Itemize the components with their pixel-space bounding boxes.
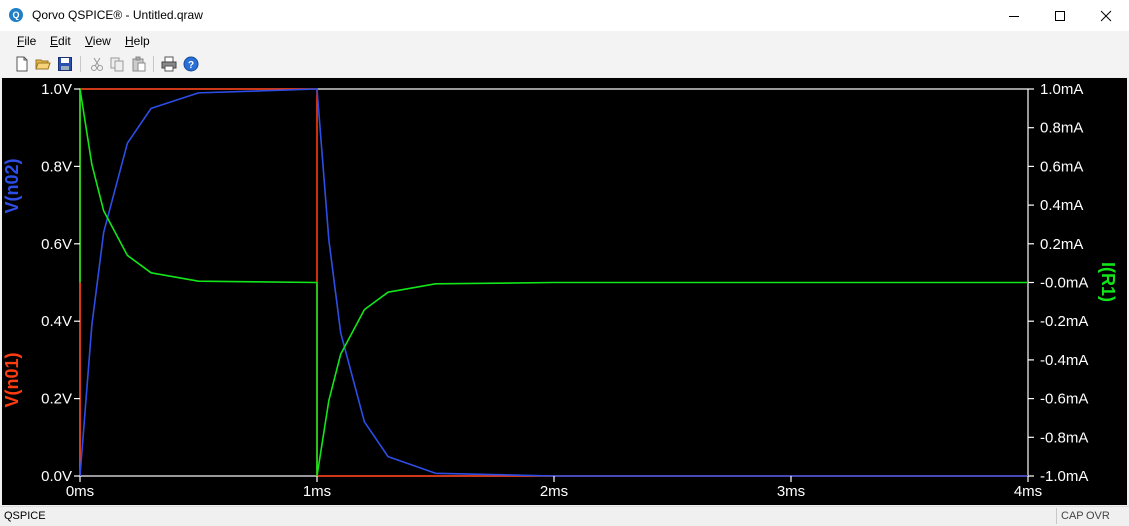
menu-edit[interactable]: Edit [50, 34, 71, 48]
x-axis-tick-label: 3ms [777, 483, 805, 500]
x-axis-tick-label: 2ms [540, 483, 568, 500]
close-icon [1100, 10, 1112, 22]
x-axis-tick-label: 4ms [1014, 483, 1042, 500]
right-axis-tick-label: -0.0mA [1040, 275, 1088, 292]
left-axis-tick-label: 0.2V [41, 391, 72, 408]
open-folder-icon[interactable] [35, 56, 51, 72]
right-axis-tick-label: 0.6mA [1040, 158, 1083, 175]
trace-label-ir1[interactable]: I(R1) [1098, 262, 1118, 302]
minimize-button[interactable] [991, 0, 1037, 31]
right-axis-tick-label: 0.8mA [1040, 120, 1083, 137]
trace-label-vn01[interactable]: V(n01) [3, 352, 22, 407]
print-icon[interactable] [161, 56, 177, 72]
right-axis-tick-label: -0.2mA [1040, 313, 1088, 330]
right-axis-tick-label: 0.2mA [1040, 236, 1083, 253]
toolbar-separator [153, 56, 154, 72]
toolbar: ? [0, 52, 1129, 77]
waveform-plot[interactable]: 1.0V0.8V0.6V0.4V0.2V0.0V1.0mA0.8mA0.6mA0… [3, 79, 1126, 504]
paste-icon[interactable] [131, 56, 147, 72]
copy-icon[interactable] [109, 56, 125, 72]
help-icon[interactable]: ? [183, 56, 199, 72]
x-axis-tick-label: 0ms [66, 483, 94, 500]
left-axis-tick-label: 0.6V [41, 236, 72, 253]
title-bar: Q Qorvo QSPICE® - Untitled.qraw [0, 0, 1129, 31]
status-divider [1056, 508, 1057, 524]
svg-text:?: ? [188, 60, 194, 71]
toolbar-separator [80, 56, 81, 72]
plot-background [3, 79, 1126, 504]
maximize-icon [1054, 10, 1066, 22]
menu-help[interactable]: Help [125, 34, 150, 48]
status-bar: QSPICE CAP OVR [0, 506, 1129, 526]
waveform-plot-pane[interactable]: 1.0V0.8V0.6V0.4V0.2V0.0V1.0mA0.8mA0.6mA0… [2, 78, 1127, 505]
minimize-icon [1008, 10, 1020, 22]
status-cap-indicator: CAP [1061, 510, 1084, 522]
window-title: Qorvo QSPICE® - Untitled.qraw [32, 8, 203, 22]
left-axis-tick-label: 1.0V [41, 81, 72, 98]
trace-label-vn02[interactable]: V(n02) [3, 158, 22, 213]
qspice-app-icon[interactable]: Q [9, 8, 23, 22]
cut-icon[interactable] [89, 56, 105, 72]
right-axis-tick-label: -1.0mA [1040, 468, 1088, 485]
menu-bar: File Edit View Help [0, 31, 1129, 52]
right-axis-tick-label: -0.4mA [1040, 352, 1088, 369]
right-axis-tick-label: -0.8mA [1040, 429, 1088, 446]
new-file-icon[interactable] [14, 56, 30, 72]
status-ovr-indicator: OVR [1086, 510, 1110, 522]
close-button[interactable] [1083, 0, 1129, 31]
right-axis-tick-label: -0.6mA [1040, 391, 1088, 408]
x-axis-tick-label: 1ms [303, 483, 331, 500]
status-text: QSPICE [4, 510, 46, 522]
save-icon[interactable] [57, 56, 73, 72]
right-axis-tick-label: 0.4mA [1040, 197, 1083, 214]
right-axis-tick-label: 1.0mA [1040, 81, 1083, 98]
left-axis-tick-label: 0.4V [41, 313, 72, 330]
menu-file[interactable]: File [17, 34, 36, 48]
maximize-button[interactable] [1037, 0, 1083, 31]
menu-view[interactable]: View [85, 34, 111, 48]
left-axis-tick-label: 0.8V [41, 158, 72, 175]
